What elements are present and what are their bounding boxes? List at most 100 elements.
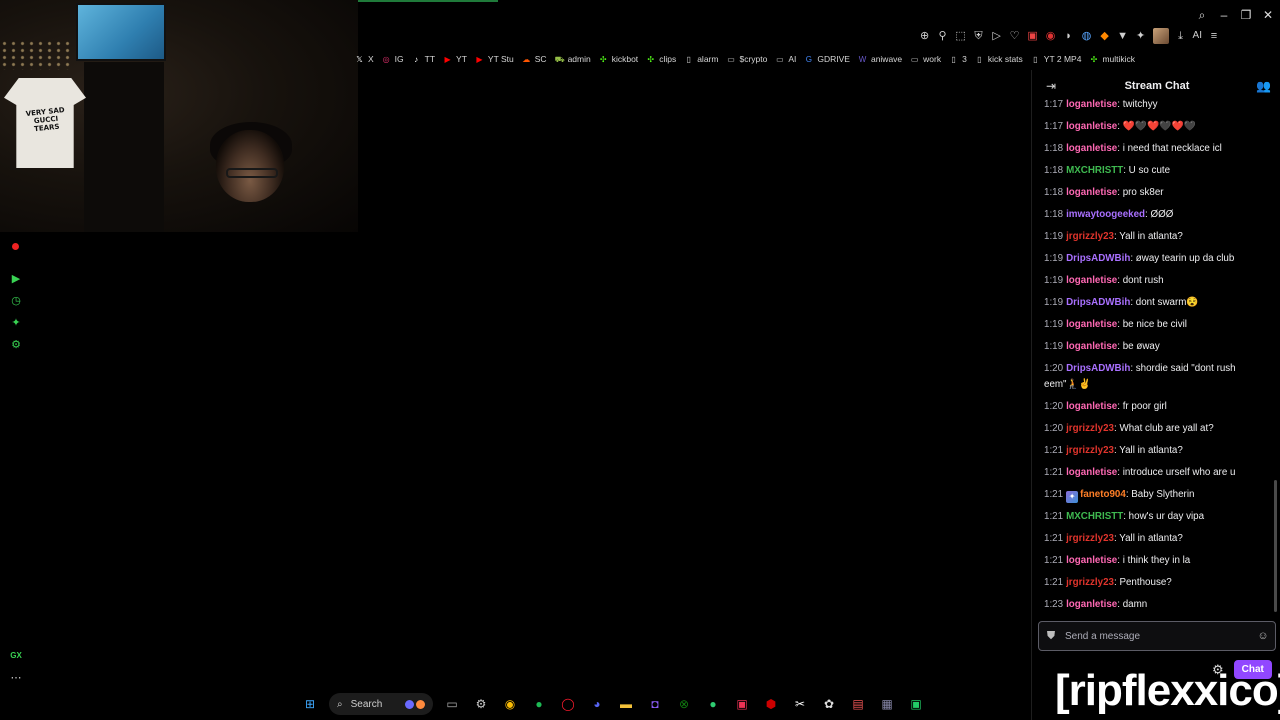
message-username[interactable]: jrgrizzly23 bbox=[1066, 231, 1114, 242]
bookmark-ig[interactable]: ◎ IG bbox=[382, 54, 404, 64]
bookmark-work[interactable]: ▭ work bbox=[910, 54, 941, 64]
bookmark-yt-stu[interactable]: ▶ YT Stu bbox=[475, 54, 513, 64]
xbox-icon[interactable]: ⊗ bbox=[674, 694, 694, 714]
profile-avatar[interactable] bbox=[1152, 28, 1169, 44]
bookmark-kickbot[interactable]: ✣ kickbot bbox=[599, 54, 638, 64]
scrollbar-thumb[interactable] bbox=[1274, 480, 1277, 612]
message-username[interactable]: loganletise bbox=[1066, 467, 1117, 478]
webcam-feed: VERY SAD GUCCI TEARS bbox=[0, 0, 358, 232]
zoom-icon[interactable]: ⊕ bbox=[919, 30, 931, 42]
calculator-icon[interactable]: ▦ bbox=[877, 694, 897, 714]
minimize-icon[interactable]: – bbox=[1218, 8, 1230, 23]
bookmark-3[interactable]: ▯ 3 bbox=[949, 54, 966, 64]
play-icon[interactable]: ▶ bbox=[10, 273, 22, 285]
message-username[interactable]: imwaytoogeeked bbox=[1066, 209, 1145, 220]
message-username[interactable]: loganletise bbox=[1066, 401, 1117, 412]
bookmark-crypto[interactable]: ▭ $crypto bbox=[726, 54, 767, 64]
menu-icon[interactable]: ≡ bbox=[1208, 30, 1220, 42]
app-red-icon[interactable]: ⬢ bbox=[761, 694, 781, 714]
bookmark-x[interactable]: 𝕏X bbox=[355, 54, 373, 64]
bookmark-clips[interactable]: ✣ clips bbox=[646, 54, 676, 64]
gx-label[interactable]: GX bbox=[10, 650, 22, 662]
taskbar-search[interactable]: ⌕ Search bbox=[329, 693, 433, 715]
app-green-icon[interactable]: ● bbox=[703, 694, 723, 714]
chatgpt-icon[interactable]: ✿ bbox=[819, 694, 839, 714]
message-username[interactable]: loganletise bbox=[1066, 121, 1117, 132]
message-username[interactable]: DripsADWBih bbox=[1066, 363, 1130, 374]
message-username[interactable]: jrgrizzly23 bbox=[1066, 577, 1114, 588]
restore-icon[interactable]: ❐ bbox=[1240, 8, 1252, 23]
users-icon[interactable]: 👥 bbox=[1256, 79, 1271, 93]
bookmark-kick-stats[interactable]: ▯ kick stats bbox=[975, 54, 1023, 64]
message-username[interactable]: MXCHRISTT bbox=[1066, 511, 1123, 522]
extension-icon[interactable]: ▣ bbox=[1027, 30, 1039, 42]
bookmark-admin[interactable]: ⛟ admin bbox=[555, 54, 591, 64]
file-explorer-icon[interactable]: ▬ bbox=[616, 694, 636, 714]
message-username[interactable]: loganletise bbox=[1066, 99, 1117, 110]
bookmark-multikick[interactable]: ✣ multikick bbox=[1089, 54, 1135, 64]
puzzle-icon[interactable]: ✦ bbox=[1135, 30, 1147, 42]
screenshot-icon[interactable]: ⬚ bbox=[955, 30, 967, 42]
youtube-icon: ▶ bbox=[444, 54, 451, 64]
message-username[interactable]: loganletise bbox=[1066, 599, 1117, 610]
audio-icon[interactable]: ◗ bbox=[1063, 30, 1075, 42]
more-icon[interactable]: ⋯ bbox=[10, 672, 22, 684]
download-icon[interactable]: ⤓ bbox=[1175, 30, 1187, 42]
globe-icon[interactable]: ◍ bbox=[1081, 30, 1093, 42]
message-username[interactable]: jrgrizzly23 bbox=[1066, 533, 1114, 544]
settings-icon[interactable]: ⚙ bbox=[10, 339, 22, 351]
filter-icon[interactable]: ▼ bbox=[1117, 30, 1129, 42]
settings-app-icon[interactable]: ⚙ bbox=[471, 694, 491, 714]
app-image-icon[interactable]: ▤ bbox=[848, 694, 868, 714]
app-green2-icon[interactable]: ▣ bbox=[906, 694, 926, 714]
spotify-icon[interactable]: ● bbox=[529, 694, 549, 714]
capcut-icon[interactable]: ✂ bbox=[790, 694, 810, 714]
message-username[interactable]: MXCHRISTT bbox=[1066, 165, 1123, 176]
opera-icon[interactable]: ◯ bbox=[558, 694, 578, 714]
history-icon[interactable]: ◷ bbox=[10, 295, 22, 307]
app-teal-icon[interactable]: ▣ bbox=[732, 694, 752, 714]
bookmark-ai[interactable]: ▭ AI bbox=[775, 54, 796, 64]
message-username[interactable]: loganletise bbox=[1066, 555, 1117, 566]
extension-orange-icon[interactable]: ◆ bbox=[1099, 30, 1111, 42]
message-text: : pro sk8er bbox=[1117, 187, 1164, 198]
chat-message-input[interactable] bbox=[1065, 630, 1249, 642]
message-username[interactable]: loganletise bbox=[1066, 341, 1117, 352]
pin-icon[interactable]: ⚲ bbox=[937, 30, 949, 42]
collapse-chat-icon[interactable]: ⇥ bbox=[1044, 79, 1058, 93]
message-username[interactable]: DripsADWBih bbox=[1066, 253, 1130, 264]
message-text: : be nice be civil bbox=[1117, 319, 1187, 330]
message-username[interactable]: loganletise bbox=[1066, 143, 1117, 154]
app-purple-icon[interactable]: ◘ bbox=[645, 694, 665, 714]
message-username[interactable]: faneto904 bbox=[1080, 489, 1126, 500]
message-username[interactable]: jrgrizzly23 bbox=[1066, 423, 1114, 434]
message-username[interactable]: jrgrizzly23 bbox=[1066, 445, 1114, 456]
bookmark-yt-2-mp4[interactable]: ▯ YT 2 MP4 bbox=[1031, 54, 1081, 64]
extension-red-icon[interactable]: ◉ bbox=[1045, 30, 1057, 42]
close-icon[interactable]: ✕ bbox=[1262, 8, 1274, 23]
heart-icon[interactable]: ♡ bbox=[1009, 30, 1021, 42]
task-view-icon[interactable]: ▭ bbox=[442, 694, 462, 714]
emoji-icon[interactable]: ☺ bbox=[1257, 630, 1269, 642]
message-username[interactable]: loganletise bbox=[1066, 275, 1117, 286]
bookmark-yt[interactable]: ▶ YT bbox=[443, 54, 466, 64]
discord-icon[interactable]: ◕ bbox=[587, 694, 607, 714]
bookmark-tt[interactable]: ♪ TT bbox=[412, 54, 435, 64]
message-username[interactable]: DripsADWBih bbox=[1066, 297, 1130, 308]
chrome-icon[interactable]: ◉ bbox=[500, 694, 520, 714]
send-icon[interactable]: ▷ bbox=[991, 30, 1003, 42]
message-username[interactable]: loganletise bbox=[1066, 319, 1117, 330]
emote-picker-icon[interactable]: ⛊ bbox=[1045, 630, 1057, 643]
windows-start-icon[interactable]: ⊞ bbox=[300, 694, 320, 714]
ai-button[interactable]: AI bbox=[1193, 30, 1202, 42]
bookmark-aniwave[interactable]: Waniwave bbox=[858, 54, 902, 64]
message-username[interactable]: loganletise bbox=[1066, 187, 1117, 198]
bookmark-alarm[interactable]: ▯ alarm bbox=[684, 54, 719, 64]
extensions-icon[interactable]: ✦ bbox=[10, 317, 22, 329]
chat-scrollbar[interactable] bbox=[1274, 100, 1277, 620]
bookmark-sc[interactable]: ☁ SC bbox=[522, 54, 546, 64]
search-icon[interactable]: ⌕ bbox=[1196, 8, 1208, 23]
shield-icon[interactable]: ⛨ bbox=[973, 30, 985, 42]
bookmark-gdrive[interactable]: G GDRIVE bbox=[804, 54, 850, 64]
message-text: : dont rush bbox=[1117, 275, 1164, 286]
